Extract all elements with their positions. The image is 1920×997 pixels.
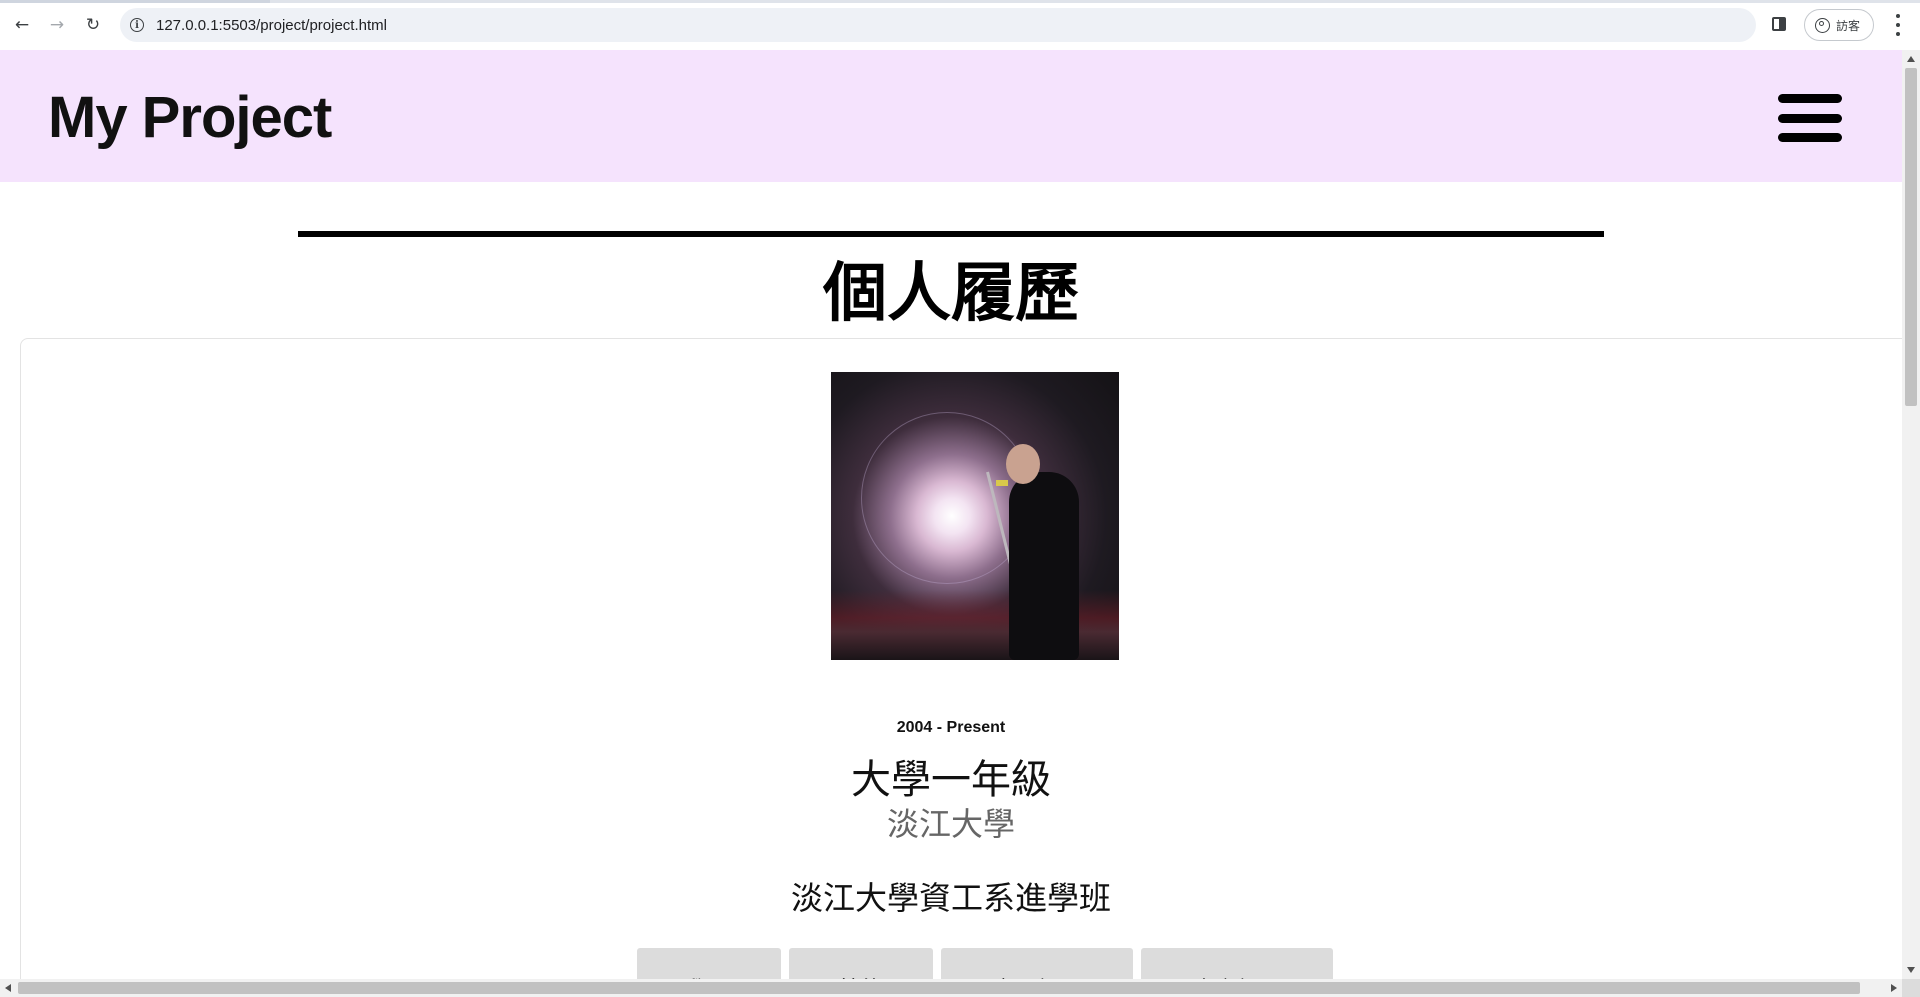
site-title[interactable]: My Project bbox=[48, 84, 332, 151]
profile-button[interactable]: 訪客 bbox=[1804, 9, 1874, 41]
vertical-scroll-thumb[interactable] bbox=[1905, 68, 1917, 406]
reload-button[interactable]: ↻ bbox=[80, 12, 106, 38]
vertical-scrollbar[interactable] bbox=[1902, 50, 1920, 979]
resume-tabs: 學歷 技能 實習經歷 專案經歷 bbox=[637, 948, 1333, 979]
scroll-left-icon[interactable] bbox=[5, 984, 11, 992]
tab-skills[interactable]: 技能 bbox=[789, 948, 933, 979]
back-button[interactable]: ← bbox=[9, 12, 35, 38]
tab-internship[interactable]: 實習經歷 bbox=[941, 948, 1133, 979]
forward-button[interactable]: → bbox=[44, 12, 70, 38]
kebab-menu-icon[interactable] bbox=[1892, 14, 1904, 36]
page-viewport: My Project 個人履歷 2004 - Present 大學一年級 淡江大… bbox=[0, 50, 1902, 979]
tab-projects[interactable]: 專案經歷 bbox=[1141, 948, 1333, 979]
scroll-down-icon[interactable] bbox=[1907, 967, 1915, 973]
tab-education[interactable]: 學歷 bbox=[637, 948, 781, 979]
education-school: 淡江大學 bbox=[886, 805, 1015, 843]
scroll-up-icon[interactable] bbox=[1907, 56, 1915, 62]
education-degree: 大學一年級 bbox=[851, 757, 1051, 803]
site-header: My Project bbox=[0, 50, 1902, 182]
reload-icon: ↻ bbox=[85, 15, 101, 35]
section-title: 個人履歷 bbox=[823, 257, 1079, 331]
address-bar[interactable]: i 127.0.0.1:5503/project/project.html bbox=[120, 8, 1756, 42]
education-period: 2004 - Present bbox=[896, 719, 1006, 736]
scrollbar-corner bbox=[1902, 979, 1920, 997]
profile-label: 訪客 bbox=[1836, 18, 1861, 33]
profile-photo bbox=[831, 372, 1119, 660]
hamburger-icon[interactable] bbox=[1778, 94, 1842, 142]
horizontal-scroll-thumb[interactable] bbox=[18, 982, 1860, 994]
browser-toolbar: ← → ↻ i 127.0.0.1:5503/project/project.h… bbox=[0, 0, 1920, 51]
active-tab-indicator bbox=[0, 0, 270, 3]
section-title-rule bbox=[298, 231, 1604, 237]
profile-icon bbox=[1815, 17, 1830, 33]
scroll-right-icon[interactable] bbox=[1891, 984, 1897, 992]
horizontal-scrollbar[interactable] bbox=[0, 979, 1902, 997]
url-text[interactable]: 127.0.0.1:5503/project/project.html bbox=[156, 17, 387, 34]
arrow-right-icon: → bbox=[49, 15, 65, 35]
info-icon[interactable]: i bbox=[130, 18, 144, 32]
tab-strip bbox=[270, 0, 1920, 3]
arrow-left-icon: ← bbox=[14, 15, 30, 35]
education-program: 淡江大學資工系進學班 bbox=[790, 879, 1111, 917]
side-panel-icon[interactable] bbox=[1772, 17, 1786, 31]
